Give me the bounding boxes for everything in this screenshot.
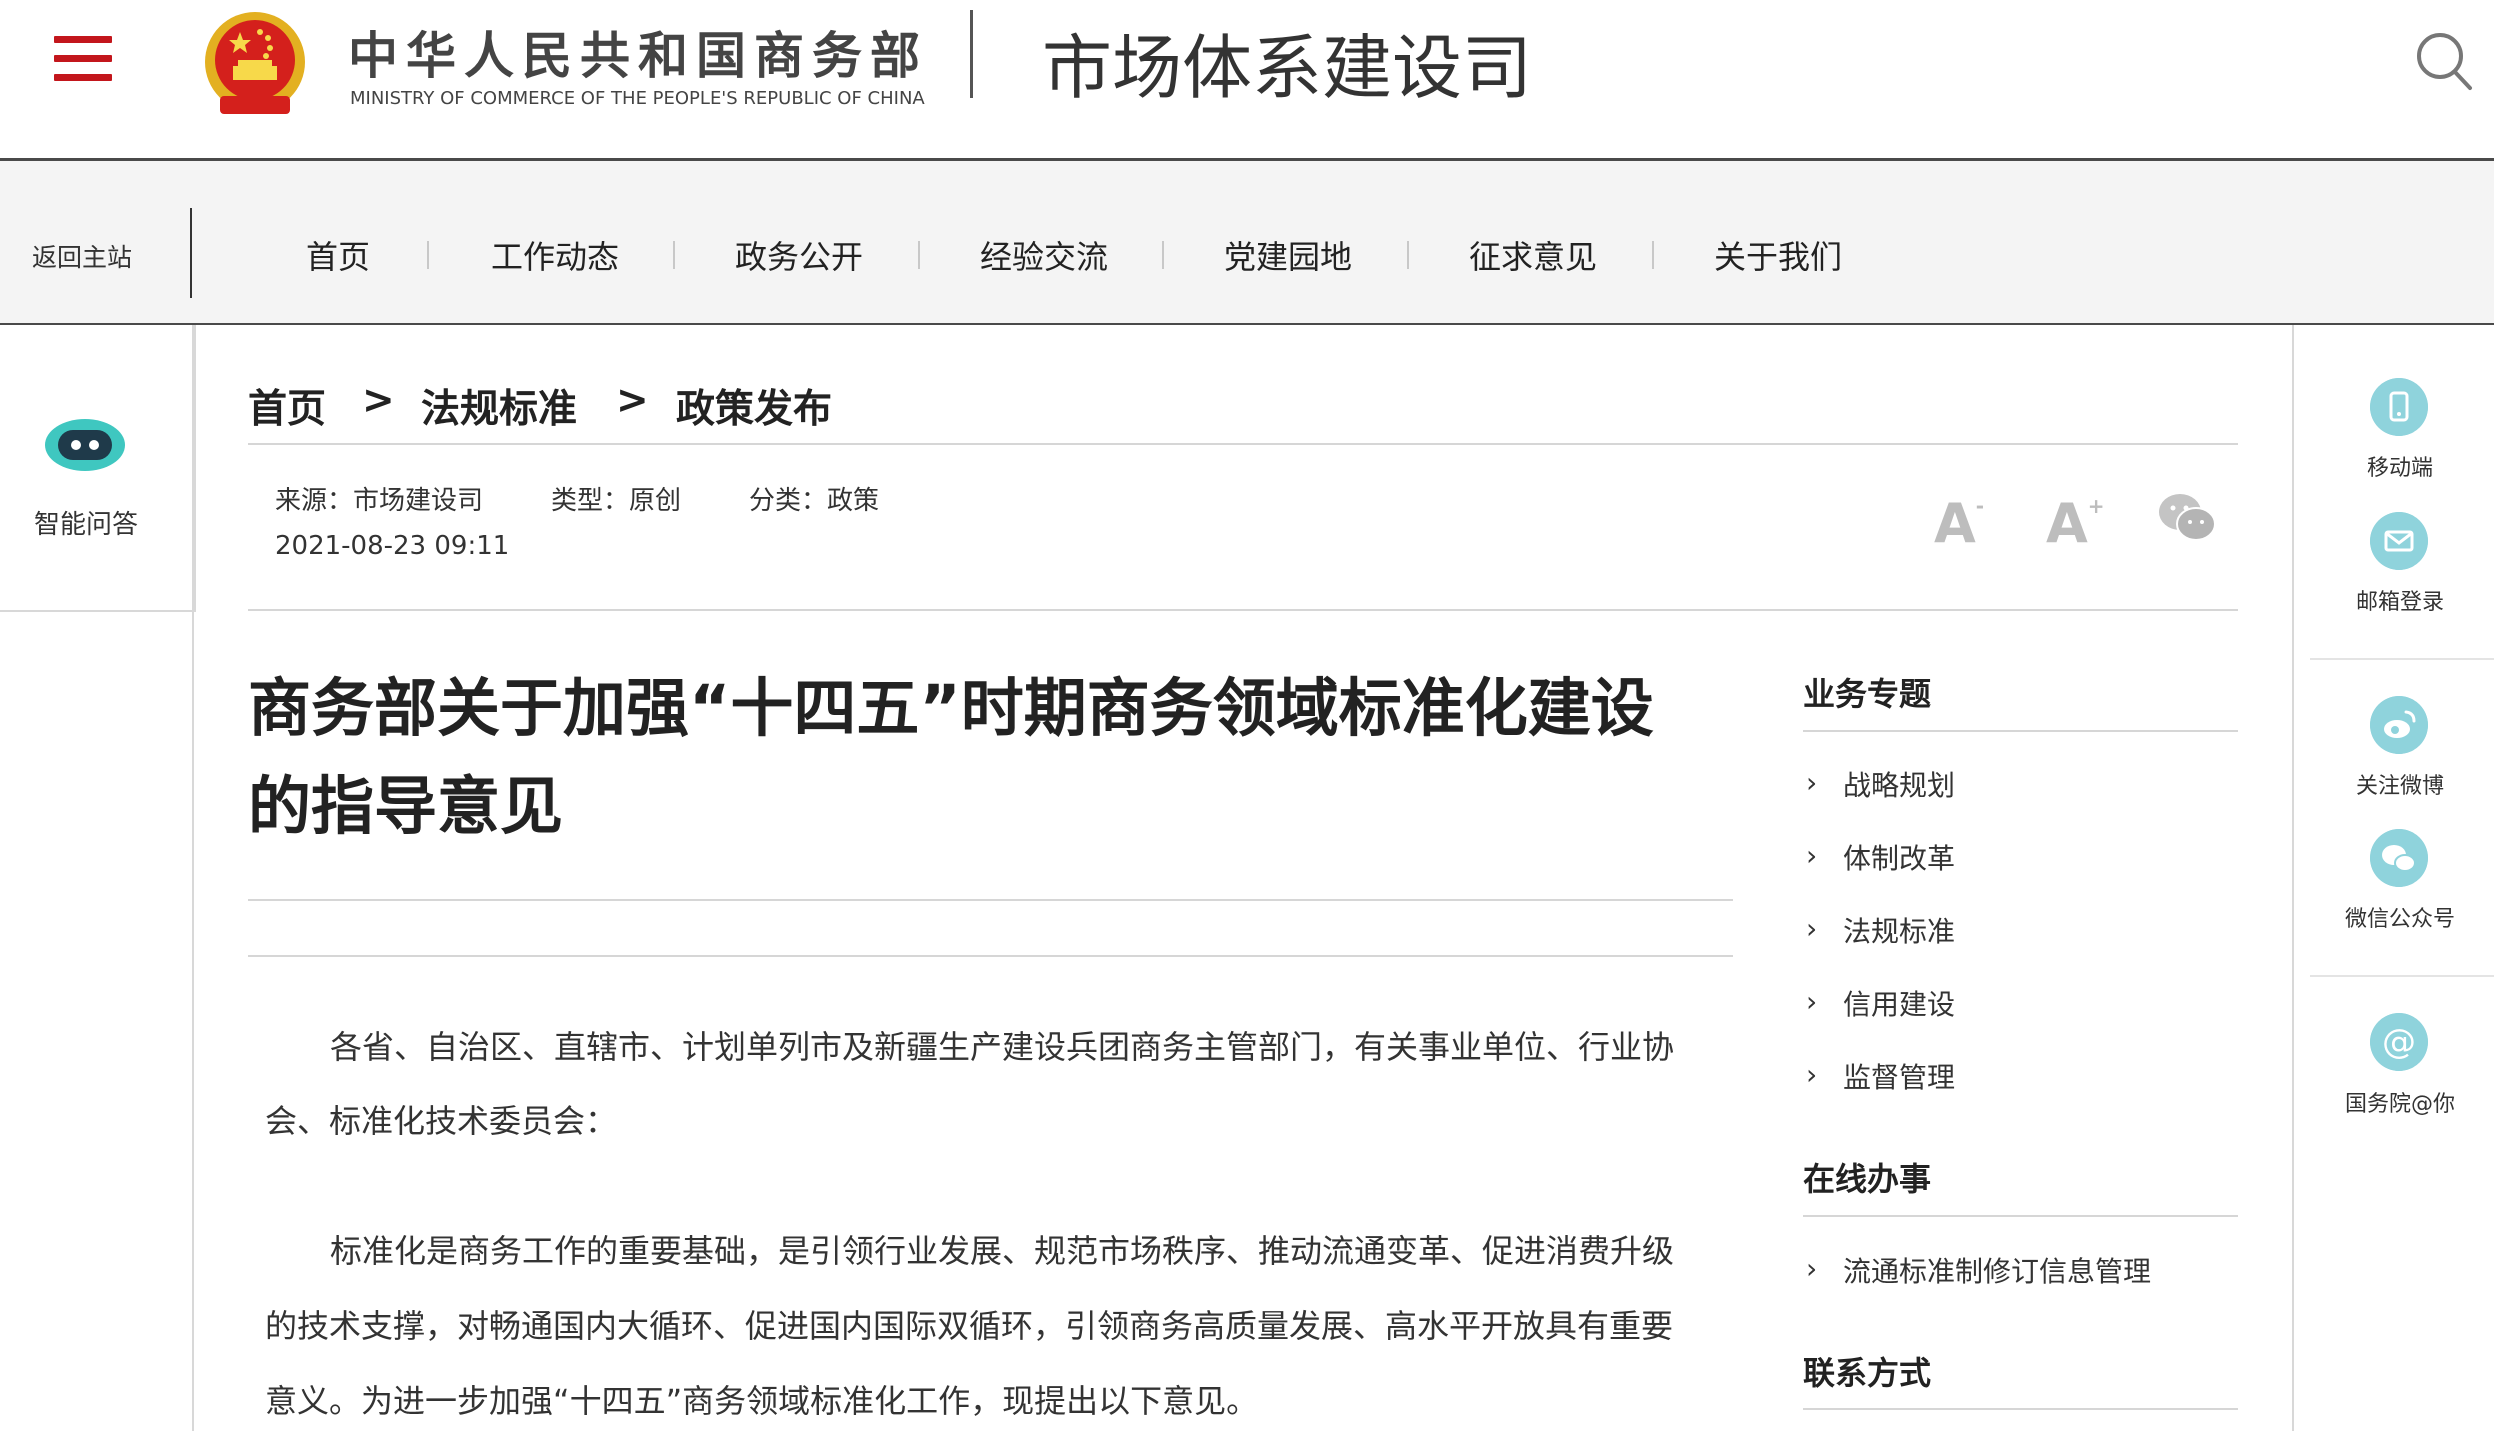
state-council-label[interactable]: 国务院@你 xyxy=(2320,1086,2480,1118)
font-decrease-button[interactable]: A- xyxy=(1934,492,1984,555)
nav-separator xyxy=(1652,241,1654,269)
back-to-main-link[interactable]: 返回主站 xyxy=(32,238,132,274)
weibo-icon[interactable] xyxy=(2370,696,2428,754)
online-rule xyxy=(1803,1215,2238,1217)
paragraph-1-line-1: 各省、自治区、直辖市、计划单列市及新疆生产建设兵团商务主管部门，有关事业单位、行… xyxy=(330,1028,1675,1066)
breadcrumb-separator: > xyxy=(362,378,395,423)
meta-type: 类型：原创 xyxy=(551,486,682,516)
wechat-label[interactable]: 微信公众号 xyxy=(2320,901,2480,933)
mobile-label[interactable]: 移动端 xyxy=(2320,450,2480,482)
mobile-icon[interactable] xyxy=(2370,378,2428,436)
org-name-cn: 中华人民共和国商务部 xyxy=(348,26,928,85)
meta-rule xyxy=(248,609,2238,611)
topics-rule xyxy=(1803,730,2238,732)
topics-heading: 业务专题 xyxy=(1803,675,1932,713)
svg-text:@: @ xyxy=(2382,1022,2416,1062)
topic-item-regulations[interactable]: 法规标准 xyxy=(1843,910,1955,950)
robot-icon[interactable] xyxy=(44,414,126,476)
article-title-line2: 的指导意见 xyxy=(248,770,563,843)
nav-separator xyxy=(918,241,920,269)
right-bar-separator xyxy=(2310,658,2494,660)
breadcrumb-rule xyxy=(248,443,2238,445)
search-icon[interactable] xyxy=(2414,30,2474,92)
font-increase-sup: + xyxy=(2087,494,2105,518)
contact-heading: 联系方式 xyxy=(1803,1354,1932,1392)
chevron-right-icon: › xyxy=(1806,912,1818,945)
chevron-right-icon: › xyxy=(1806,766,1818,799)
nav-item-experience[interactable]: 经验交流 xyxy=(980,232,1108,278)
weibo-label[interactable]: 关注微博 xyxy=(2320,768,2480,800)
paragraph-2-line-2: 的技术支撑，对畅通国内大循环、促进国内国际双循环，引领商务高质量发展、高水平开放… xyxy=(265,1307,1674,1345)
mail-icon[interactable] xyxy=(2370,512,2428,570)
breadcrumb-policy[interactable]: 政策发布 xyxy=(676,378,832,434)
nav-separator xyxy=(1407,241,1409,269)
at-icon[interactable]: @ xyxy=(2370,1013,2428,1071)
title-rule-2 xyxy=(248,955,1733,957)
font-decrease-sup: - xyxy=(1975,494,1985,518)
chevron-right-icon: › xyxy=(1806,839,1818,872)
header-divider xyxy=(970,10,973,98)
contact-rule xyxy=(1803,1408,2238,1410)
paragraph-2-line-1: 标准化是商务工作的重要基础，是引领行业发展、规范市场秩序、推动流通变革、促进消费… xyxy=(330,1232,1675,1270)
paragraph-2-line-3: 意义。为进一步加强“十四五”商务领域标准化工作，现提出以下意见。 xyxy=(265,1382,1259,1420)
topic-item-strategy[interactable]: 战略规划 xyxy=(1843,764,1955,804)
nav-item-party[interactable]: 党建园地 xyxy=(1224,232,1352,278)
national-emblem-icon xyxy=(205,12,305,114)
online-item-standards[interactable]: 流通标准制修订信息管理 xyxy=(1843,1250,2151,1290)
breadcrumb-regulations[interactable]: 法规标准 xyxy=(421,378,577,434)
wechat-icon[interactable] xyxy=(2370,829,2428,887)
nav-separator xyxy=(1162,241,1164,269)
nav-item-work-news[interactable]: 工作动态 xyxy=(491,232,619,278)
org-name-en: MINISTRY OF COMMERCE OF THE PEOPLE'S REP… xyxy=(350,88,925,109)
nav-item-home[interactable]: 首页 xyxy=(306,232,370,278)
breadcrumb-separator: > xyxy=(616,378,649,423)
article-title: 商务部关于加强“十四五”时期商务领域标准化建设 的指导意见 xyxy=(248,660,1748,856)
meta-date: 2021-08-23 09:11 xyxy=(275,531,510,561)
right-bar-separator xyxy=(2310,975,2494,977)
paragraph-1-line-2: 会、标准化技术委员会： xyxy=(265,1102,618,1140)
nav-separator xyxy=(673,241,675,269)
online-heading: 在线办事 xyxy=(1803,1160,1932,1198)
chevron-right-icon: › xyxy=(1806,1058,1818,1091)
font-decrease-label: A xyxy=(1934,492,1976,555)
topic-item-supervision[interactable]: 监督管理 xyxy=(1843,1056,1955,1096)
meta-source: 来源：市场建设司 xyxy=(275,486,484,516)
meta-category: 分类：政策 xyxy=(749,486,880,516)
menu-icon[interactable] xyxy=(54,36,112,82)
department-title: 市场体系建设司 xyxy=(1042,27,1532,109)
font-increase-button[interactable]: A+ xyxy=(2046,492,2105,555)
nav-separator xyxy=(427,241,429,269)
nav-item-gov-affairs[interactable]: 政务公开 xyxy=(735,232,863,278)
chevron-right-icon: › xyxy=(1806,1252,1818,1285)
nav-item-opinions[interactable]: 征求意见 xyxy=(1469,232,1597,278)
nav-divider xyxy=(190,208,192,298)
title-rule-1 xyxy=(248,899,1733,901)
topic-item-credit[interactable]: 信用建设 xyxy=(1843,983,1955,1023)
right-border xyxy=(2292,325,2294,1431)
font-increase-label: A xyxy=(2046,492,2088,555)
mail-label[interactable]: 邮箱登录 xyxy=(2320,584,2480,616)
chevron-right-icon: › xyxy=(1806,985,1818,1018)
assistant-label[interactable]: 智能问答 xyxy=(34,504,138,541)
article-title-line1: 商务部关于加强“十四五”时期商务领域标准化建设 xyxy=(248,672,1654,745)
nav-item-about[interactable]: 关于我们 xyxy=(1714,232,1842,278)
breadcrumb-home[interactable]: 首页 xyxy=(248,378,326,434)
topic-item-reform[interactable]: 体制改革 xyxy=(1843,837,1955,877)
wechat-share-icon[interactable] xyxy=(2158,492,2216,544)
